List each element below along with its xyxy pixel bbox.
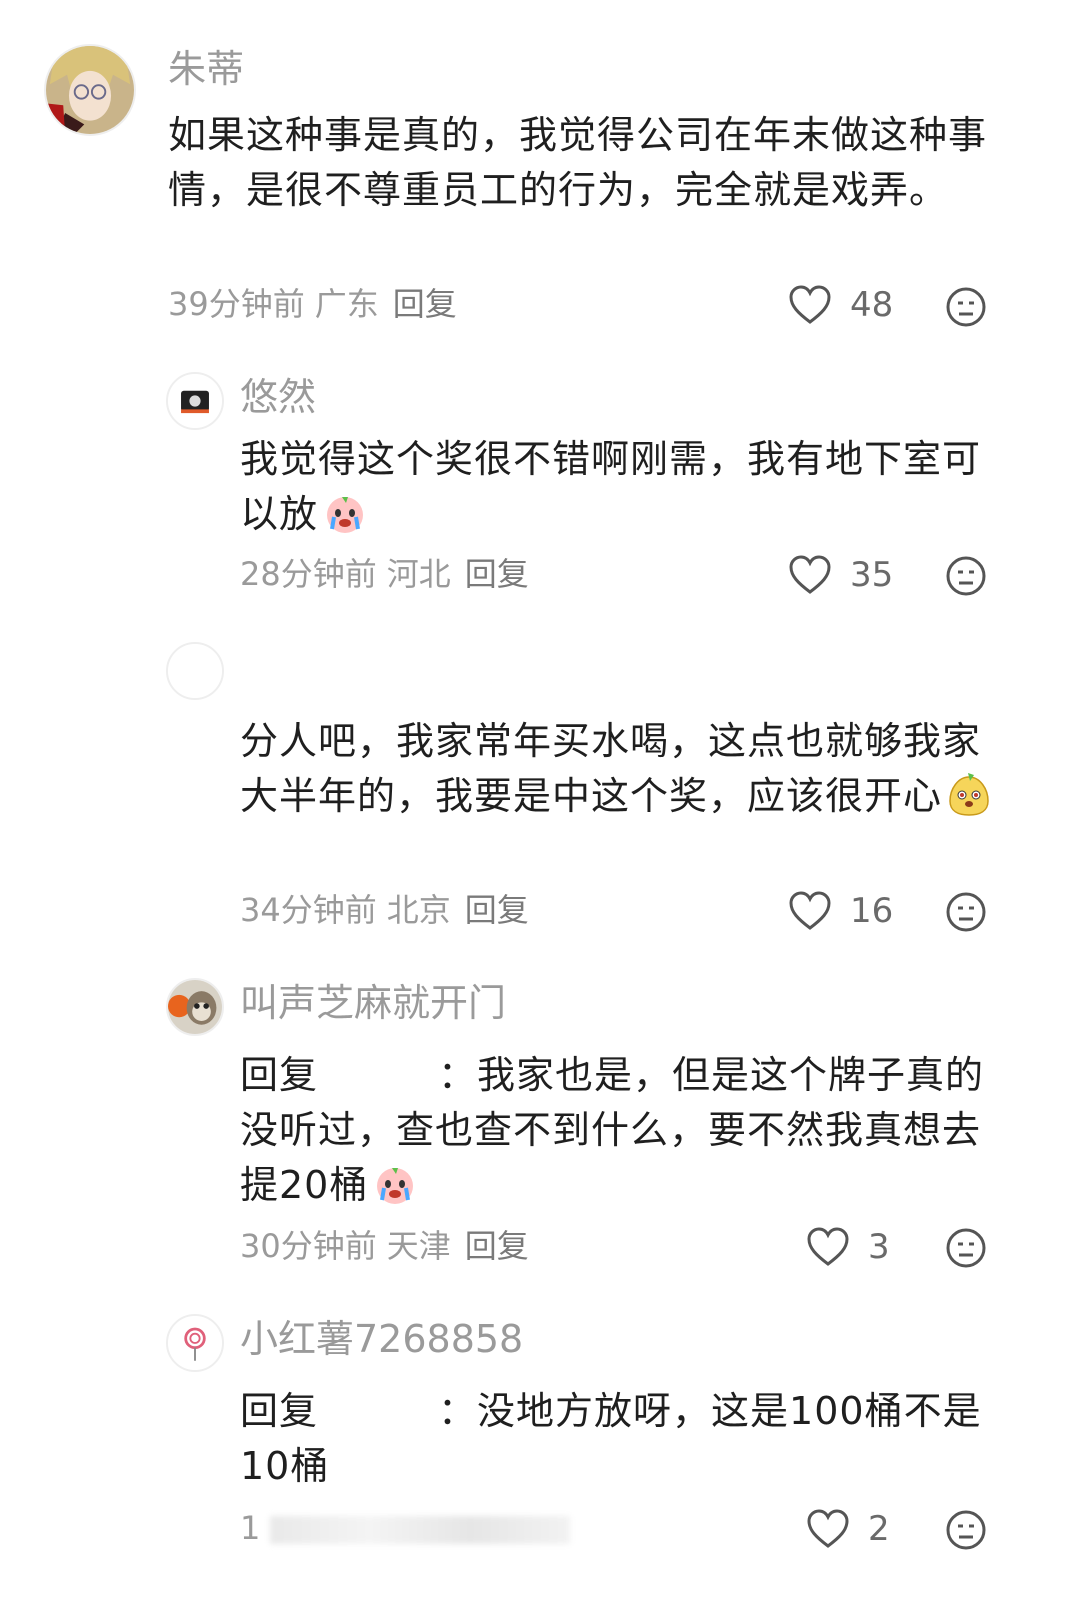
- comment-author-name[interactable]: 悠然: [240, 378, 316, 416]
- like-button[interactable]: 48: [788, 285, 893, 325]
- avatar[interactable]: [166, 978, 224, 1036]
- comment-author-name[interactable]: 小红薯7268858: [240, 1320, 523, 1358]
- dislike-face-icon[interactable]: [945, 555, 987, 597]
- comment-time: 34分钟前: [240, 891, 377, 929]
- heart-icon: [789, 285, 831, 324]
- smiling-pear-emoji-icon: [949, 773, 989, 816]
- comment-text: 回复 ：没地方放呀，这是100桶不是10桶: [240, 1384, 1000, 1494]
- comment-body: 没地方放呀，这是100桶不是10桶: [240, 1389, 982, 1488]
- comment-text: 如果这种事是真的，我觉得公司在年末做这种事情，是很不尊重员工的行为，完全就是戏弄…: [168, 108, 998, 218]
- reply-button[interactable]: 回复: [465, 891, 529, 929]
- avatar[interactable]: [166, 372, 224, 430]
- like-button[interactable]: 2: [806, 1509, 890, 1549]
- dislike-face-icon[interactable]: [945, 286, 987, 328]
- reply-button[interactable]: 回复: [465, 1227, 529, 1265]
- comment-meta: 34分钟前 北京 回复: [240, 894, 529, 926]
- comment-time: 39分钟前: [168, 285, 305, 323]
- blurred-text: [270, 1516, 571, 1544]
- like-button[interactable]: 35: [788, 555, 893, 595]
- like-count: 2: [868, 1509, 890, 1549]
- comment-text: 分人吧，我家常年买水喝，这点也就够我家大半年的，我要是中这个奖，应该很开心: [240, 714, 1000, 824]
- avatar[interactable]: [166, 1314, 224, 1372]
- lollipop-avatar-icon: [168, 1316, 222, 1370]
- anime-avatar-icon: [46, 46, 134, 134]
- reply-separator: ：: [438, 1389, 478, 1433]
- heart-icon: [807, 1227, 849, 1266]
- like-count: 3: [868, 1227, 890, 1267]
- comment-meta: 1: [240, 1509, 571, 1547]
- heart-icon: [789, 891, 831, 930]
- comment-time: 1: [240, 1509, 261, 1547]
- comment-meta: 28分钟前 河北 回复: [240, 558, 529, 590]
- reply-button[interactable]: 回复: [465, 555, 529, 593]
- comment-text: 回复 ：我家也是，但是这个牌子真的没听过，查也查不到什么，要不然我真想去提20桶: [240, 1048, 1010, 1213]
- comment-author-name[interactable]: 叫声芝麻就开门: [240, 984, 506, 1022]
- dislike-face-icon[interactable]: [945, 1509, 987, 1551]
- reply-prefix: 回复: [240, 1053, 319, 1097]
- like-count: 16: [850, 891, 894, 931]
- crying-peach-emoji-icon: [327, 497, 364, 533]
- heart-icon: [807, 1509, 849, 1548]
- like-button[interactable]: 3: [806, 1227, 890, 1267]
- crying-peach-emoji-icon: [377, 1168, 414, 1204]
- comment-meta: 30分钟前 天津 回复: [240, 1230, 529, 1262]
- comment-author-name[interactable]: 朱蒂: [168, 50, 244, 88]
- like-count: 48: [850, 285, 894, 325]
- like-count: 35: [850, 555, 894, 595]
- dislike-face-icon[interactable]: [945, 891, 987, 933]
- comment-body: 如果这种事是真的，我觉得公司在年末做这种事情，是很不尊重员工的行为，完全就是戏弄…: [168, 113, 988, 212]
- reply-button[interactable]: 回复: [393, 285, 457, 323]
- raccoon-avatar-icon: [168, 980, 222, 1034]
- camera-avatar-icon: [168, 374, 222, 428]
- avatar[interactable]: [166, 642, 224, 700]
- avatar[interactable]: [44, 44, 136, 136]
- comment-meta: 39分钟前 广东 回复: [168, 288, 457, 320]
- like-button[interactable]: 16: [788, 891, 893, 931]
- dislike-face-icon[interactable]: [945, 1227, 987, 1269]
- comment-location: 河北: [386, 555, 451, 593]
- reply-separator: ：: [438, 1053, 478, 1097]
- comment-time: 28分钟前: [240, 555, 377, 593]
- blank-avatar-icon: [168, 644, 222, 698]
- heart-icon: [789, 555, 831, 594]
- comment-location: 北京: [386, 891, 451, 929]
- comment-body: 我家也是，但是这个牌子真的没听过，查也查不到什么，要不然我真想去提20桶: [240, 1053, 985, 1207]
- comment-body: 分人吧，我家常年买水喝，这点也就够我家大半年的，我要是中这个奖，应该很开心: [240, 719, 982, 818]
- reply-prefix: 回复: [240, 1389, 319, 1433]
- comment-location: 广东: [314, 285, 379, 323]
- comment-location: 天津: [386, 1227, 451, 1265]
- comment-text: 我觉得这个奖很不错啊刚需，我有地下室可以放: [240, 432, 1000, 542]
- comment-time: 30分钟前: [240, 1227, 377, 1265]
